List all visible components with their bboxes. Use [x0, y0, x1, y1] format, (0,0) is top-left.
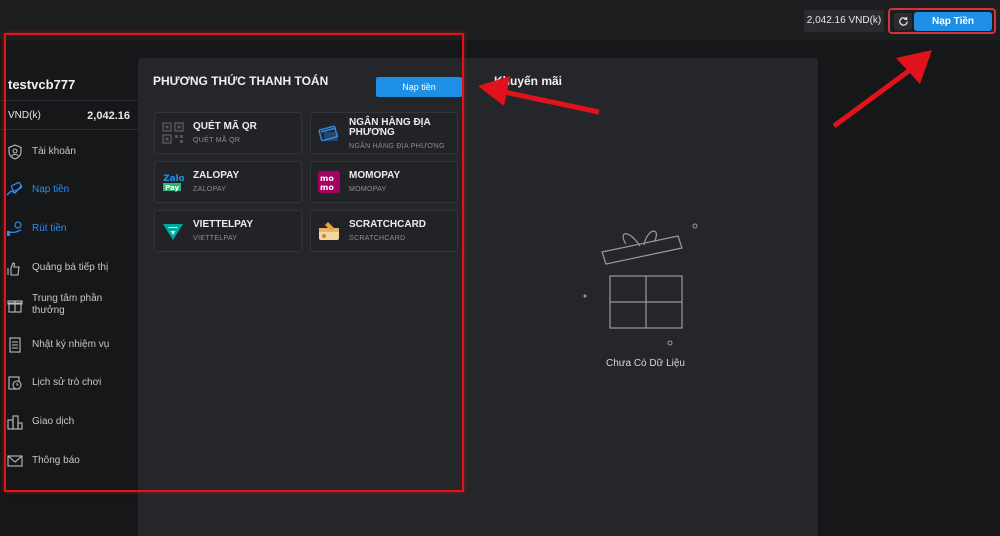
refresh-icon: [898, 17, 908, 26]
header-deposit-group: Nạp Tiền: [888, 8, 996, 34]
refresh-balance-button[interactable]: [894, 13, 912, 30]
empty-gift-icon: [583, 223, 698, 346]
header-balance: 2,042.16 VND(k): [804, 10, 884, 32]
promo-empty-text: Chưa Có Dữ Liệu: [606, 358, 685, 369]
header-deposit-button[interactable]: Nạp Tiền: [914, 12, 992, 31]
annotation-arrow-up-icon: [832, 50, 932, 129]
annotation-arrow-left-icon: [478, 76, 600, 115]
annotation-highlight-box: [4, 33, 464, 492]
